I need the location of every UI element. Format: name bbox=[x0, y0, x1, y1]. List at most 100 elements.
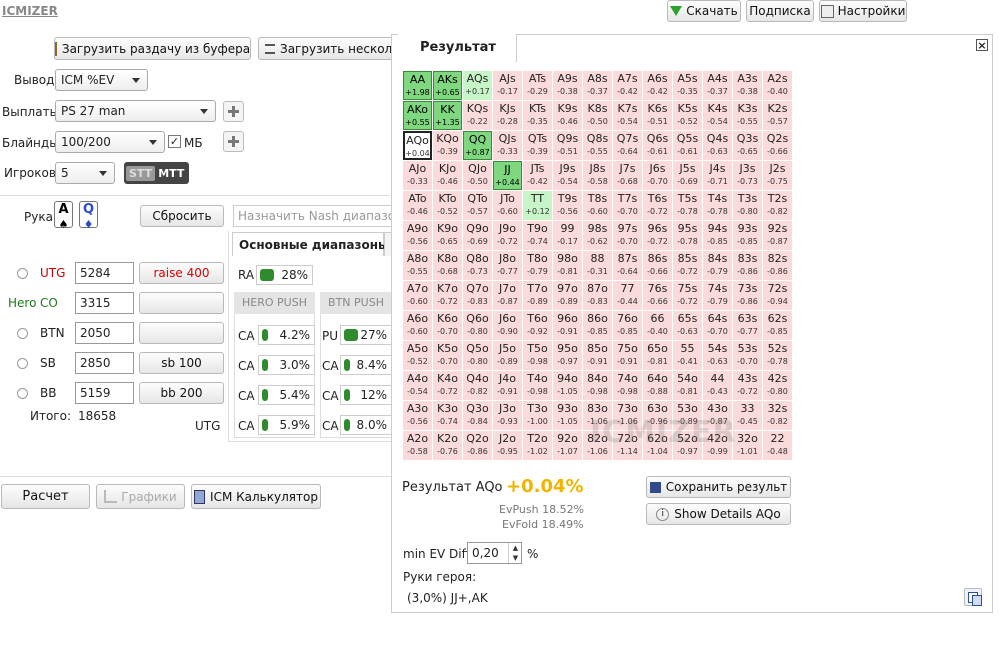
mb-checkbox[interactable]: ✓ bbox=[168, 135, 181, 148]
save-result-button[interactable]: Сохранить результ bbox=[646, 476, 791, 498]
hand-cell[interactable]: A6s -0.42 bbox=[643, 71, 672, 100]
hand-cell[interactable]: QTo -0.57 bbox=[463, 191, 492, 220]
hand-cell[interactable]: J3o -0.93 bbox=[493, 401, 522, 430]
hand-cell[interactable]: 73s -0.86 bbox=[733, 281, 762, 310]
hand-cell[interactable]: 94s -0.85 bbox=[703, 221, 732, 250]
hand-cell[interactable]: Q5o -0.80 bbox=[463, 341, 492, 370]
btn-row-value[interactable]: 8.4% bbox=[340, 355, 392, 375]
stack-input-sb[interactable]: 2850 bbox=[75, 352, 134, 374]
player-radio-sb[interactable] bbox=[17, 358, 28, 369]
hand-cell[interactable]: K6o -0.70 bbox=[433, 311, 462, 340]
hand-cell[interactable]: QTs -0.39 bbox=[523, 131, 552, 160]
hand-cell[interactable]: J8s -0.58 bbox=[583, 161, 612, 190]
download-button[interactable]: Скачать bbox=[667, 0, 741, 22]
hand-cell[interactable]: QJs -0.33 bbox=[493, 131, 522, 160]
subscribe-button[interactable]: Подписка bbox=[746, 0, 814, 22]
hero-row-value[interactable]: 5.4% bbox=[258, 385, 315, 405]
hand-cell[interactable]: T2s -0.82 bbox=[763, 191, 792, 220]
hand-cell[interactable]: 65o -0.81 bbox=[643, 341, 672, 370]
hand-cell[interactable]: K3s -0.55 bbox=[733, 101, 762, 130]
hand-cell[interactable]: Q6o -0.80 bbox=[463, 311, 492, 340]
hand-cell[interactable]: JTo -0.60 bbox=[493, 191, 522, 220]
app-logo[interactable]: ICMIZER bbox=[2, 4, 58, 18]
hand-cell[interactable]: K6s -0.51 bbox=[643, 101, 672, 130]
hand-cell[interactable]: 65s -0.63 bbox=[673, 311, 702, 340]
hand-cell[interactable]: A7o -0.60 bbox=[403, 281, 432, 310]
action-button-bb[interactable]: bb 200 bbox=[139, 382, 224, 404]
hand-cell[interactable]: JJ +0.44 bbox=[493, 161, 522, 190]
hand-cell[interactable]: AJo -0.33 bbox=[403, 161, 432, 190]
hand-cell[interactable]: J5s -0.69 bbox=[673, 161, 702, 190]
hand-cell[interactable]: KTo -0.52 bbox=[433, 191, 462, 220]
action-button-btn[interactable] bbox=[139, 322, 224, 344]
hand-cell[interactable]: Q3o -0.84 bbox=[463, 401, 492, 430]
min-ev-stepper[interactable]: ▲ ▼ bbox=[508, 543, 522, 563]
hand-cell[interactable]: T2o -1.02 bbox=[523, 431, 552, 460]
hand-cell[interactable]: 75s -0.72 bbox=[673, 281, 702, 310]
hand-cell[interactable]: 62s -0.85 bbox=[763, 311, 792, 340]
hand-cell[interactable]: 76o -0.85 bbox=[613, 311, 642, 340]
hero-row-value[interactable]: 3.0% bbox=[258, 355, 315, 375]
player-radio-bb[interactable] bbox=[17, 388, 28, 399]
hand-cell[interactable]: K8o -0.68 bbox=[433, 251, 462, 280]
hand-cell[interactable]: J9o -0.72 bbox=[493, 221, 522, 250]
hand-cell[interactable]: KK +1.35 bbox=[433, 101, 462, 130]
stack-input-utg[interactable]: 5284 bbox=[75, 262, 134, 284]
hand-cell[interactable]: 83s -0.86 bbox=[733, 251, 762, 280]
hand-cell[interactable]: KQo -0.39 bbox=[433, 131, 462, 160]
hand-cell[interactable]: J7s -0.68 bbox=[613, 161, 642, 190]
hand-cell[interactable]: A2s -0.40 bbox=[763, 71, 792, 100]
hand-cell[interactable]: J3s -0.73 bbox=[733, 161, 762, 190]
hand-cell[interactable]: 32o -1.01 bbox=[733, 431, 762, 460]
hand-cell[interactable]: T5o -0.98 bbox=[523, 341, 552, 370]
hand-cell[interactable]: 72s -0.94 bbox=[763, 281, 792, 310]
hand-cell[interactable]: A4s -0.37 bbox=[703, 71, 732, 100]
hand-cell[interactable]: 74o -0.98 bbox=[613, 371, 642, 400]
hand-cell[interactable]: 74s -0.79 bbox=[703, 281, 732, 310]
player-radio-utg[interactable] bbox=[17, 268, 28, 279]
hand-cell[interactable]: K2o -0.76 bbox=[433, 431, 462, 460]
stack-input-btn[interactable]: 2050 bbox=[75, 322, 134, 344]
load-clipboard-button[interactable]: Загрузить раздачу из буфера bbox=[54, 37, 251, 60]
hand-cell[interactable]: 85s -0.72 bbox=[673, 251, 702, 280]
reset-button[interactable]: Сбросить bbox=[140, 205, 224, 227]
hand-cell[interactable]: A5s -0.35 bbox=[673, 71, 702, 100]
hand-cell[interactable]: 88 -0.31 bbox=[583, 251, 612, 280]
btn-row-value[interactable]: 27% bbox=[340, 325, 392, 345]
hand-cell[interactable]: AQo +0.04 bbox=[403, 131, 432, 160]
btn-row-value[interactable]: 12% bbox=[340, 385, 392, 405]
copy-icon[interactable] bbox=[964, 588, 982, 606]
hand-cell[interactable]: T3o -1.00 bbox=[523, 401, 552, 430]
hand-cell[interactable]: 66 -0.40 bbox=[643, 311, 672, 340]
hand-cell[interactable]: 98s -0.62 bbox=[583, 221, 612, 250]
hand-cell[interactable]: AJs -0.17 bbox=[493, 71, 522, 100]
hand-cell[interactable]: 86o -0.85 bbox=[583, 311, 612, 340]
hand-cell[interactable]: ATs -0.29 bbox=[523, 71, 552, 100]
hand-cell[interactable]: 32s -0.82 bbox=[763, 401, 792, 430]
hand-cell[interactable]: J5o -0.89 bbox=[493, 341, 522, 370]
hand-cell[interactable]: Q8o -0.73 bbox=[463, 251, 492, 280]
player-radio-btn[interactable] bbox=[17, 328, 28, 339]
hand-cell[interactable]: K3o -0.74 bbox=[433, 401, 462, 430]
stt-option[interactable]: STT bbox=[126, 165, 156, 181]
close-icon[interactable]: × bbox=[976, 39, 988, 51]
hand-cell[interactable]: JTs -0.42 bbox=[523, 161, 552, 190]
hand-cell[interactable]: Q9s -0.51 bbox=[553, 131, 582, 160]
hand-cell[interactable]: 86s -0.66 bbox=[643, 251, 672, 280]
hand-cell[interactable]: T9o -0.74 bbox=[523, 221, 552, 250]
hand-cell[interactable]: K4o -0.72 bbox=[433, 371, 462, 400]
hand-card-1[interactable]: A ♠ bbox=[54, 201, 73, 231]
hand-cell[interactable]: 54s -0.63 bbox=[703, 341, 732, 370]
hand-cell[interactable]: Q5s -0.61 bbox=[673, 131, 702, 160]
hand-cell[interactable]: AA +1.98 bbox=[403, 71, 432, 100]
payouts-select[interactable]: PS 27 man bbox=[55, 100, 216, 122]
hand-cell[interactable]: 44 -0.43 bbox=[703, 371, 732, 400]
hand-cell[interactable]: K7s -0.54 bbox=[613, 101, 642, 130]
hand-cell[interactable]: 54o -0.81 bbox=[673, 371, 702, 400]
hand-cell[interactable]: A8s -0.37 bbox=[583, 71, 612, 100]
action-button-sb[interactable]: sb 100 bbox=[139, 352, 224, 374]
hand-cell[interactable]: ATo -0.46 bbox=[403, 191, 432, 220]
hand-cell[interactable]: 82s -0.86 bbox=[763, 251, 792, 280]
hand-cell[interactable]: A3o -0.56 bbox=[403, 401, 432, 430]
hand-cell[interactable]: A6o -0.60 bbox=[403, 311, 432, 340]
